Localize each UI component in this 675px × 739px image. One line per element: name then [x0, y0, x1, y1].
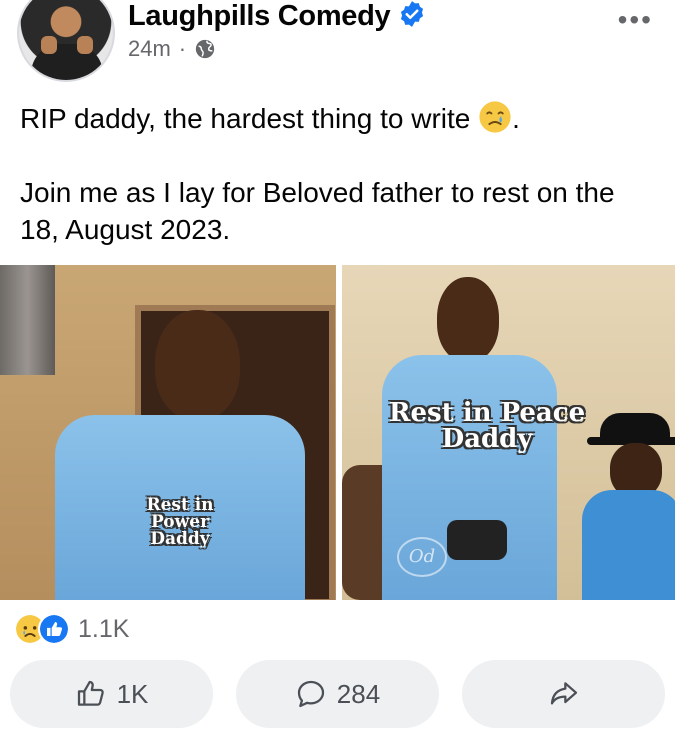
post-text-line1: RIP daddy, the hardest thing to write .: [20, 100, 660, 137]
photo-grid: Rest in Power Daddy Rest in Peace Daddy …: [0, 265, 675, 600]
author-name[interactable]: Laughpills Comedy: [128, 0, 426, 33]
comment-icon: [297, 680, 324, 708]
caption-right-line2: Daddy: [441, 424, 533, 454]
like-button[interactable]: 1K: [10, 660, 213, 728]
photo-left[interactable]: Rest in Power Daddy: [0, 265, 336, 600]
verified-badge-icon: [401, 1, 424, 28]
caption-left: Rest in Power Daddy: [115, 497, 245, 548]
post-meta: 24m ·: [128, 36, 216, 62]
share-icon: [550, 682, 577, 705]
post-text: RIP daddy, the hardest thing to write . …: [20, 100, 660, 285]
comment-count: 284: [336, 678, 381, 709]
share-button[interactable]: [462, 660, 665, 728]
post-text-line1-text: RIP daddy, the hardest thing to write: [20, 103, 471, 134]
post-text-line1-end: .: [512, 103, 520, 134]
globe-icon: [195, 39, 215, 59]
man-right-head: [437, 277, 499, 362]
curtain: [0, 265, 55, 375]
author-avatar[interactable]: [17, 0, 115, 82]
caption-left-line2: Daddy: [150, 529, 210, 549]
caption-right-line1: Rest in Peace: [388, 398, 586, 428]
avatar-thumb-left: [41, 36, 57, 54]
photo-right[interactable]: Rest in Peace Daddy Od: [342, 265, 675, 600]
post-text-line2: Join me as I lay for Beloved father to r…: [20, 177, 615, 245]
thumbs-up-icon: [77, 680, 104, 706]
post-time[interactable]: 24m: [128, 36, 171, 62]
post-header: Laughpills Comedy 24m · •••: [0, 0, 675, 82]
meta-separator: ·: [178, 36, 187, 61]
crying-face-emoji-icon: [479, 101, 511, 133]
more-options-button[interactable]: •••: [618, 6, 653, 34]
caption-left-line1: Rest in Power: [146, 495, 214, 532]
like-count: 1K: [116, 678, 149, 709]
avatar-thumb-right: [77, 36, 93, 54]
like-react-icon: [38, 613, 70, 645]
watermark-logo: Od: [397, 537, 447, 577]
held-object: [447, 520, 507, 560]
reaction-count[interactable]: 1.1K: [78, 615, 129, 644]
action-bar: 1K 284: [10, 660, 665, 728]
author-name-text[interactable]: Laughpills Comedy: [128, 0, 391, 32]
comment-button[interactable]: 284: [236, 660, 439, 728]
caption-right: Rest in Peace Daddy: [362, 400, 612, 452]
hat-man-body: [582, 490, 675, 600]
man-left-head: [155, 310, 240, 420]
reactions-summary[interactable]: 1.1K: [14, 612, 129, 646]
